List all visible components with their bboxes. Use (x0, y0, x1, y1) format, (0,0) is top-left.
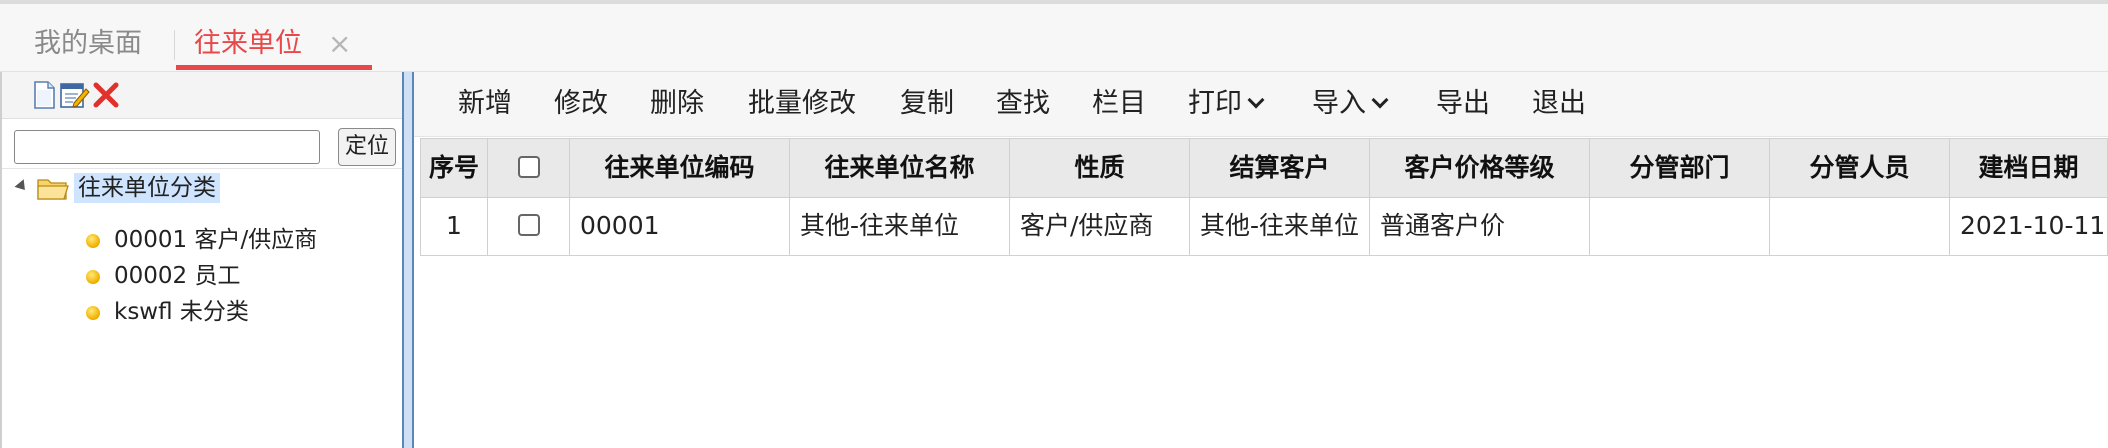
tree-root-label[interactable]: 往来单位分类 (74, 173, 220, 203)
cell-date: 2021-10-11 (1950, 198, 2108, 256)
header-select-all[interactable] (488, 138, 570, 198)
header-settle[interactable]: 结算客户 (1190, 138, 1370, 198)
cell-seq: 1 (420, 198, 488, 256)
cell-name: 其他-往来单位 (790, 198, 1010, 256)
table-header-row: 序号 往来单位编码 往来单位名称 性质 结算客户 客户价格等级 分管部门 分管人… (420, 138, 2108, 198)
cell-select[interactable] (488, 198, 570, 256)
cell-price-level: 普通客户价 (1370, 198, 1590, 256)
cell-staff (1770, 198, 1950, 256)
cell-nature: 客户/供应商 (1010, 198, 1190, 256)
leaf-node-icon (86, 234, 100, 248)
columns-button[interactable]: 栏目 (1092, 72, 1146, 136)
delete-button[interactable]: 删除 (650, 72, 704, 136)
delete-x-icon[interactable] (90, 79, 122, 111)
edit-document-icon[interactable] (58, 79, 90, 111)
category-toolbar (2, 72, 402, 119)
new-document-icon[interactable] (28, 79, 60, 111)
header-name[interactable]: 往来单位名称 (790, 138, 1010, 198)
tree-item-label[interactable]: kswfl 未分类 (114, 296, 249, 328)
find-button[interactable]: 查找 (996, 72, 1050, 136)
cell-code: 00001 (570, 198, 790, 256)
panel-splitter[interactable] (402, 72, 414, 448)
add-button[interactable]: 新增 (458, 72, 512, 136)
export-button[interactable]: 导出 (1436, 72, 1490, 136)
leaf-node-icon (86, 270, 100, 284)
header-nature[interactable]: 性质 (1010, 138, 1190, 198)
tree-divider (2, 168, 402, 169)
import-label: 导入 (1312, 88, 1366, 119)
tree-item-label[interactable]: 00002 员工 (114, 260, 240, 292)
header-dept[interactable]: 分管部门 (1590, 138, 1770, 198)
cell-dept (1590, 198, 1770, 256)
table-row[interactable]: 1 00001 其他-往来单位 客户/供应商 其他-往来单位 普通客户价 202… (420, 198, 2108, 256)
category-search-input[interactable] (14, 130, 320, 164)
import-dropdown[interactable]: 导入 (1312, 72, 1389, 136)
exit-button[interactable]: 退出 (1532, 72, 1586, 136)
header-seq: 序号 (420, 138, 488, 198)
close-tab-icon[interactable]: × (328, 18, 351, 70)
contact-units-panel: 新增 修改 删除 批量修改 复制 查找 栏目 打印 导入 导出 退出 序号 往来… (414, 72, 2108, 448)
collapse-triangle-icon[interactable] (14, 179, 30, 194)
chevron-down-icon (1247, 91, 1265, 109)
header-price-level[interactable]: 客户价格等级 (1370, 138, 1590, 198)
row-checkbox[interactable] (517, 214, 540, 236)
tab-bar: 我的桌面 往来单位 × (0, 0, 2108, 72)
header-code[interactable]: 往来单位编码 (570, 138, 790, 198)
header-staff[interactable]: 分管人员 (1770, 138, 1950, 198)
header-date[interactable]: 建档日期 (1950, 138, 2108, 198)
folder-open-icon (37, 179, 69, 200)
main-toolbar: 新增 修改 删除 批量修改 复制 查找 栏目 打印 导入 导出 退出 (414, 72, 2108, 137)
category-panel: 定位 往来单位分类 00001 客户/供应商 00002 员工 kswfl 未分… (0, 72, 402, 448)
locate-button[interactable]: 定位 (338, 128, 396, 166)
copy-button[interactable]: 复制 (900, 72, 954, 136)
category-search-row: 定位 (14, 128, 396, 168)
tab-my-desktop[interactable]: 我的桌面 (34, 18, 142, 70)
modify-button[interactable]: 修改 (554, 72, 608, 136)
leaf-node-icon (86, 306, 100, 320)
chevron-down-icon (1371, 91, 1389, 109)
batch-modify-button[interactable]: 批量修改 (748, 72, 856, 136)
print-dropdown[interactable]: 打印 (1188, 72, 1265, 136)
select-all-checkbox[interactable] (517, 156, 540, 178)
tab-divider (174, 30, 175, 60)
tree-item-label[interactable]: 00001 客户/供应商 (114, 224, 317, 256)
print-label: 打印 (1188, 88, 1242, 119)
cell-settle: 其他-往来单位 (1190, 198, 1370, 256)
